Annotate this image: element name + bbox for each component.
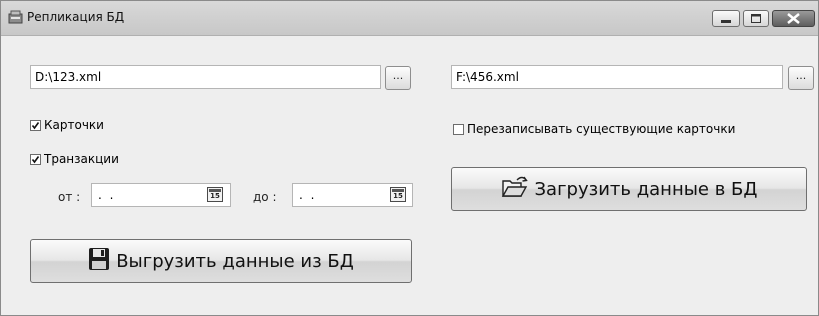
overwrite-checkbox[interactable] xyxy=(453,123,464,135)
checkmark-icon xyxy=(31,121,40,129)
close-button[interactable] xyxy=(772,10,815,27)
cards-label: Карточки xyxy=(44,118,104,132)
cards-checkbox[interactable] xyxy=(30,119,41,131)
close-icon xyxy=(787,13,800,24)
export-path-value: D:\123.xml xyxy=(35,70,102,84)
import-path-input[interactable]: F:\456.xml xyxy=(451,65,783,89)
open-folder-icon xyxy=(501,175,529,204)
minimize-button[interactable] xyxy=(712,10,740,27)
to-date-label: до : xyxy=(253,190,277,204)
import-path-value: F:\456.xml xyxy=(456,70,519,84)
to-calendar-icon[interactable]: 15 xyxy=(390,187,406,202)
from-date-value: . . xyxy=(98,188,116,202)
to-date-value: . . xyxy=(299,188,317,202)
replication-window: Репликация БД D:\123.xml ... Карточки Тр… xyxy=(0,0,819,316)
export-button-label: Выгрузить данные из БД xyxy=(116,250,354,272)
overwrite-label: Перезаписывать существующие карточки xyxy=(467,122,736,136)
maximize-button[interactable] xyxy=(743,10,769,27)
database-app-icon xyxy=(8,10,24,24)
transactions-checkbox[interactable] xyxy=(30,153,41,165)
overwrite-checkbox-row[interactable]: Перезаписывать существующие карточки xyxy=(453,122,735,136)
import-button-label: Загрузить данные в БД xyxy=(534,178,758,200)
cards-checkbox-row[interactable]: Карточки xyxy=(30,118,104,132)
floppy-disk-icon xyxy=(88,247,110,276)
export-button[interactable]: Выгрузить данные из БД xyxy=(30,239,412,283)
transactions-checkbox-row[interactable]: Транзакции xyxy=(30,152,119,166)
export-path-input[interactable]: D:\123.xml xyxy=(30,65,381,89)
window-title: Репликация БД xyxy=(27,10,125,24)
maximize-icon xyxy=(751,14,761,23)
title-bar: Репликация БД xyxy=(1,1,818,36)
import-button[interactable]: Загрузить данные в БД xyxy=(451,167,807,211)
import-browse-button[interactable]: ... xyxy=(788,66,814,90)
from-calendar-icon[interactable]: 15 xyxy=(207,187,223,202)
minimize-icon xyxy=(721,20,731,23)
export-browse-button[interactable]: ... xyxy=(385,66,411,90)
from-date-label: от : xyxy=(58,190,81,204)
transactions-label: Транзакции xyxy=(44,152,119,166)
checkmark-icon xyxy=(31,155,40,163)
